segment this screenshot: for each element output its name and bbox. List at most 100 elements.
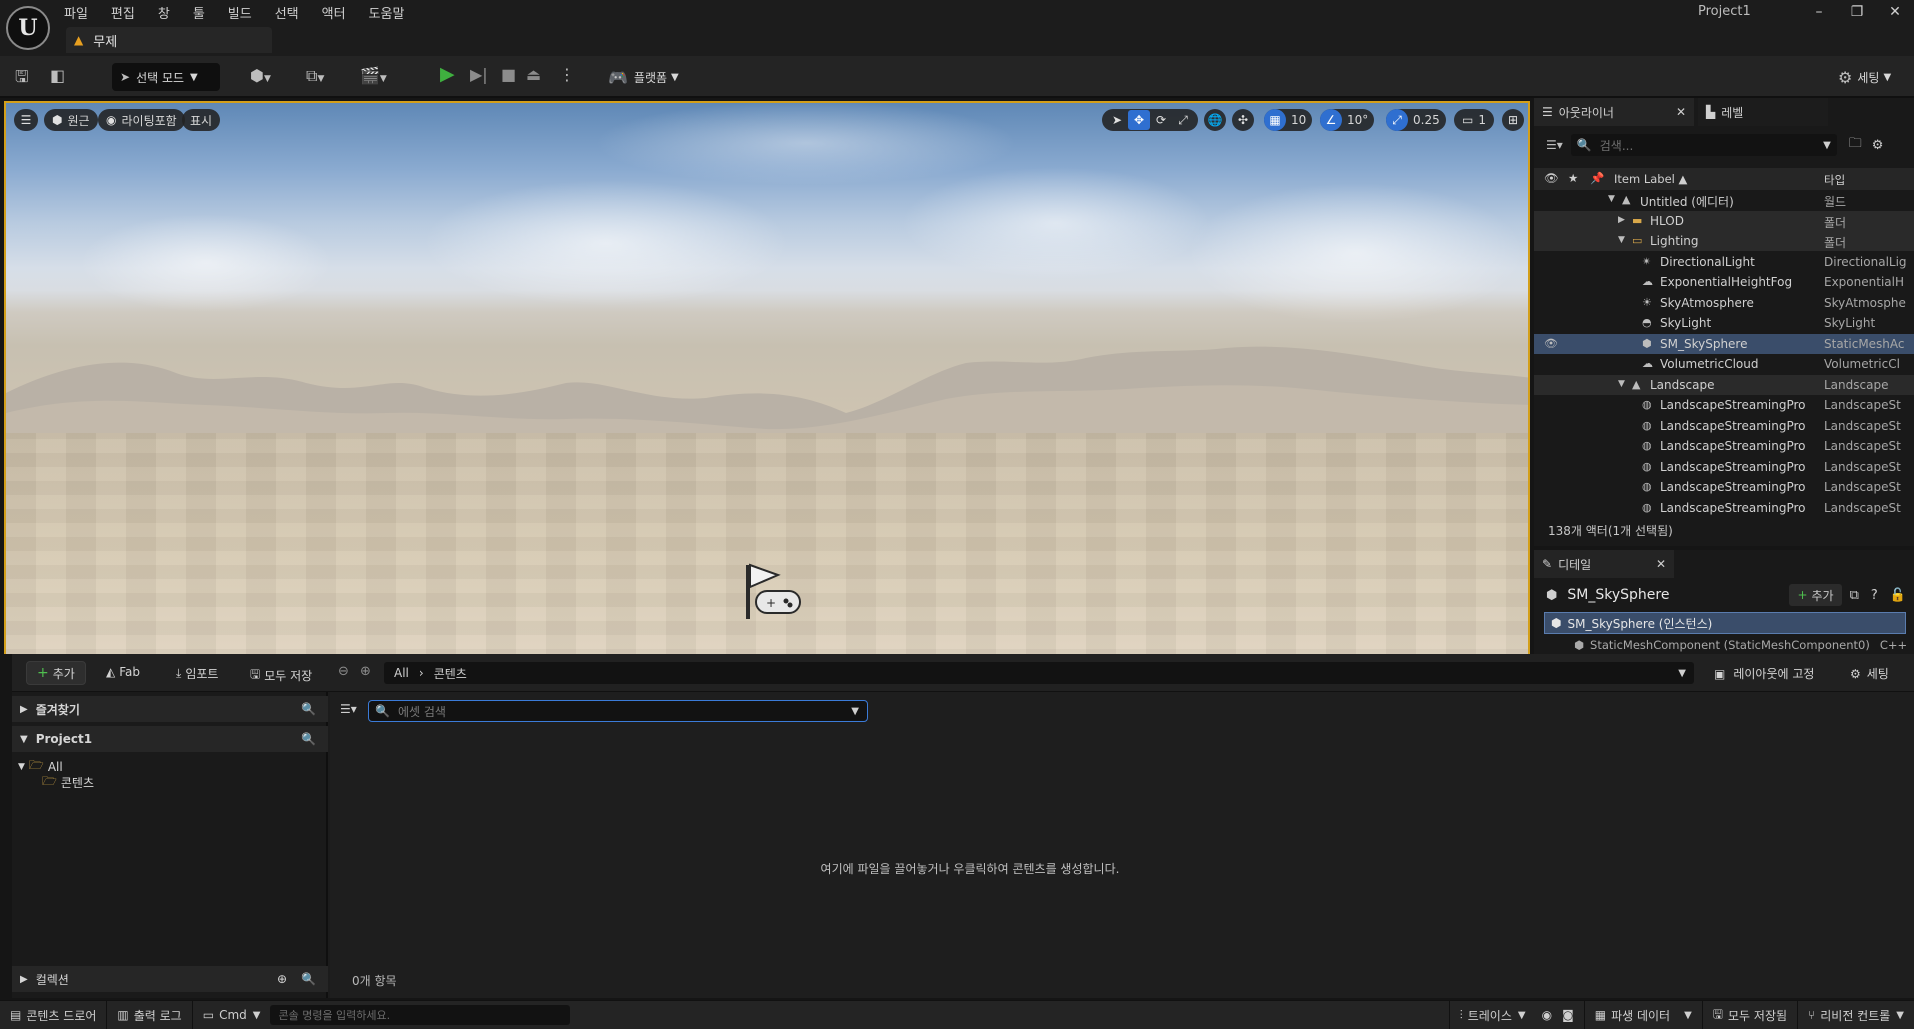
pin-icon[interactable]: 📌 bbox=[1590, 171, 1604, 185]
menu-build[interactable]: 빌드 bbox=[228, 3, 252, 22]
outliner-row[interactable]: 👁 ⬢ SM_SkySphere StaticMeshAc bbox=[1534, 333, 1914, 354]
asset-search-input[interactable]: 🔍 에셋 검색 ▼ bbox=[368, 700, 868, 722]
scale-snap-button[interactable]: ⤢ 0.25 bbox=[1386, 109, 1446, 131]
search-icon[interactable]: 🔍 bbox=[301, 972, 316, 986]
tree-content[interactable]: 🗁 콘텐츠 bbox=[42, 772, 94, 793]
add-folder-icon[interactable]: 🗀 bbox=[1849, 134, 1862, 156]
forward-icon[interactable]: ⊕ bbox=[360, 664, 371, 679]
outliner-row[interactable]: ◍ LandscapeStreamingPro LandscapeSt bbox=[1534, 477, 1914, 497]
details-component-row[interactable]: ⬢ StaticMeshComponent (StaticMeshCompone… bbox=[1574, 636, 1914, 654]
outliner-row[interactable]: ◍ LandscapeStreamingPro LandscapeSt bbox=[1534, 436, 1914, 456]
viewport-menu-button[interactable]: ☰ bbox=[14, 109, 38, 131]
outliner-row[interactable]: ◍ LandscapeStreamingPro LandscapeSt bbox=[1534, 498, 1914, 518]
details-add-button[interactable]: + 추가 bbox=[1789, 584, 1842, 606]
outliner-row[interactable]: ✴ DirectionalLight DirectionalLig bbox=[1534, 252, 1914, 272]
type-column[interactable]: 타입 bbox=[1824, 172, 1845, 188]
chevron-down-icon[interactable]: ▼ bbox=[1618, 235, 1625, 245]
gear-icon[interactable]: ⚙ bbox=[1872, 138, 1884, 153]
console-input[interactable]: 콘솔 명령을 입력하세요. bbox=[270, 1005, 571, 1025]
trace-button[interactable]: ⫶ 트레이스 ▼ bbox=[1450, 1001, 1536, 1029]
translate-icon[interactable]: ✥ bbox=[1128, 110, 1150, 130]
viewport-layout-button[interactable]: ⊞ bbox=[1502, 109, 1524, 131]
step-icon[interactable]: ▶| bbox=[470, 65, 488, 84]
close-icon[interactable]: ✕ bbox=[1656, 557, 1666, 571]
menu-edit[interactable]: 편집 bbox=[111, 3, 135, 22]
output-log-button[interactable]: ▥ 출력 로그 bbox=[107, 1001, 191, 1029]
menu-window[interactable]: 창 bbox=[158, 3, 170, 22]
outliner-row[interactable]: ◓ SkyLight SkyLight bbox=[1534, 313, 1914, 333]
collections-section[interactable]: ▶ 컬렉션 ⊕ 🔍 bbox=[12, 966, 328, 992]
close-button[interactable]: ✕ bbox=[1876, 4, 1914, 20]
camera-speed-button[interactable]: ▭ 1 bbox=[1454, 109, 1494, 131]
outliner-row[interactable]: ▼ ▭ Lighting 폴더 bbox=[1534, 231, 1914, 251]
outliner-search-input[interactable]: 🔍 검색... ▼ bbox=[1570, 134, 1837, 156]
select-cursor-icon[interactable]: ➤ bbox=[1106, 113, 1128, 127]
grid-snap-button[interactable]: ▦ 10 bbox=[1264, 109, 1313, 131]
close-icon[interactable]: ✕ bbox=[1676, 105, 1686, 119]
import-button[interactable]: ⤓ 임포트 bbox=[176, 665, 218, 682]
cmd-button[interactable]: ▭ Cmd ▼ bbox=[193, 1001, 271, 1029]
search-icon[interactable]: 🔍 bbox=[301, 702, 316, 716]
save-all-status-button[interactable]: 🖫 모두 저장됨 bbox=[1703, 1001, 1797, 1029]
minimize-button[interactable]: – bbox=[1800, 4, 1838, 20]
outliner-row[interactable]: ▶ ▬ HLOD 폴더 bbox=[1534, 210, 1914, 231]
scale-icon[interactable]: ⤢ bbox=[1172, 113, 1194, 128]
chevron-down-icon[interactable]: ▼ bbox=[1618, 379, 1625, 389]
maximize-button[interactable]: ❐ bbox=[1838, 4, 1876, 20]
surface-snap-toggle[interactable]: ✣ bbox=[1232, 109, 1254, 131]
add-collection-icon[interactable]: ⊕ bbox=[277, 972, 287, 986]
outliner-row[interactable]: ▼ ▲ Landscape Landscape bbox=[1534, 374, 1914, 395]
revision-control-button[interactable]: ⑂ 리비전 컨트롤 ▼ bbox=[1798, 1001, 1914, 1029]
chevron-down-icon[interactable]: ▼ bbox=[1608, 194, 1615, 204]
details-tab[interactable]: ✎ 디테일 ✕ bbox=[1534, 550, 1674, 578]
menu-help[interactable]: 도움말 bbox=[369, 3, 405, 22]
stop-icon[interactable]: ■ bbox=[501, 65, 516, 84]
outliner-row[interactable]: ☁ VolumetricCloud VolumetricCl bbox=[1534, 354, 1914, 374]
cinematics-icon[interactable]: 🎬▼ bbox=[360, 66, 387, 85]
screenshot-icon[interactable]: ◙ bbox=[1562, 1008, 1574, 1022]
eject-icon[interactable]: ⏏ bbox=[526, 65, 541, 84]
derived-data-button[interactable]: ▦ 파생 데이터 ▼ bbox=[1585, 1001, 1702, 1029]
lighting-button[interactable]: ◉ 라이팅포함 bbox=[98, 109, 185, 131]
settings-button[interactable]: ⚙ 세팅 ▼ bbox=[1830, 63, 1899, 91]
record-icon[interactable]: ◉ bbox=[1542, 1008, 1552, 1022]
path-leaf[interactable]: 콘텐츠 bbox=[434, 665, 467, 682]
lock-icon[interactable]: 🔓 bbox=[1890, 588, 1906, 603]
add-button[interactable]: + 추가 bbox=[26, 661, 86, 685]
item-label-column[interactable]: Item Label ▲ bbox=[1614, 172, 1687, 186]
outliner-row[interactable]: ▼ ▲ Untitled (에디터) 월드 bbox=[1534, 190, 1914, 210]
levels-tab[interactable]: ▙ 레벨 bbox=[1698, 98, 1828, 126]
path-root[interactable]: All bbox=[394, 666, 409, 680]
outliner-tab[interactable]: ☰ 아웃라이너 ✕ bbox=[1534, 98, 1694, 126]
help-icon[interactable]: ? bbox=[1871, 588, 1878, 603]
world-local-toggle[interactable]: 🌐 bbox=[1204, 109, 1226, 131]
fab-button[interactable]: ◭ Fab bbox=[106, 665, 140, 679]
player-start-icon[interactable]: + bbox=[742, 561, 804, 621]
blueprint-icon[interactable]: ⧉▼ bbox=[306, 66, 324, 86]
outliner-row[interactable]: ◍ LandscapeStreamingPro LandscapeSt bbox=[1534, 395, 1914, 415]
outliner-row[interactable]: ☀ SkyAtmosphere SkyAtmosphe bbox=[1534, 293, 1914, 313]
filter-icon[interactable]: ☰▾ bbox=[340, 702, 357, 716]
play-button[interactable]: ▶ bbox=[440, 63, 455, 85]
show-button[interactable]: 표시 bbox=[182, 109, 221, 131]
rotate-icon[interactable]: ⟳ bbox=[1150, 113, 1172, 127]
details-instance-row[interactable]: ⬢ SM_SkySphere (인스턴스) bbox=[1544, 612, 1906, 634]
search-icon[interactable]: 🔍 bbox=[301, 732, 316, 746]
rotation-snap-button[interactable]: ∠ 10° bbox=[1320, 109, 1375, 131]
outliner-row[interactable]: ◍ LandscapeStreamingPro LandscapeSt bbox=[1534, 457, 1914, 477]
blueprint-icon[interactable]: ⧉ bbox=[1850, 588, 1859, 603]
browse-icon[interactable]: ◧ bbox=[50, 66, 65, 85]
filter-icon[interactable]: ☰▾ bbox=[1546, 138, 1563, 152]
perspective-button[interactable]: ⬢ 원근 bbox=[44, 109, 98, 131]
favorite-icon[interactable]: ★ bbox=[1568, 171, 1578, 185]
mode-select-button[interactable]: ➤ 선택 모드 ▼ bbox=[112, 63, 220, 91]
level-tab[interactable]: ▲ 무제 bbox=[66, 27, 272, 53]
outliner-row[interactable]: ◍ LandscapeStreamingPro LandscapeSt bbox=[1534, 416, 1914, 436]
chevron-down-icon[interactable]: ▼ bbox=[1678, 668, 1686, 679]
unreal-logo-icon[interactable]: U bbox=[6, 6, 50, 50]
back-icon[interactable]: ⊖ bbox=[338, 664, 349, 679]
project-section[interactable]: ▼ Project1 🔍 bbox=[12, 726, 328, 752]
outliner-row[interactable]: ☁ ExponentialHeightFog ExponentialH bbox=[1534, 272, 1914, 292]
menu-actor[interactable]: 액터 bbox=[322, 3, 346, 22]
chevron-right-icon[interactable]: ▶ bbox=[1618, 215, 1625, 225]
